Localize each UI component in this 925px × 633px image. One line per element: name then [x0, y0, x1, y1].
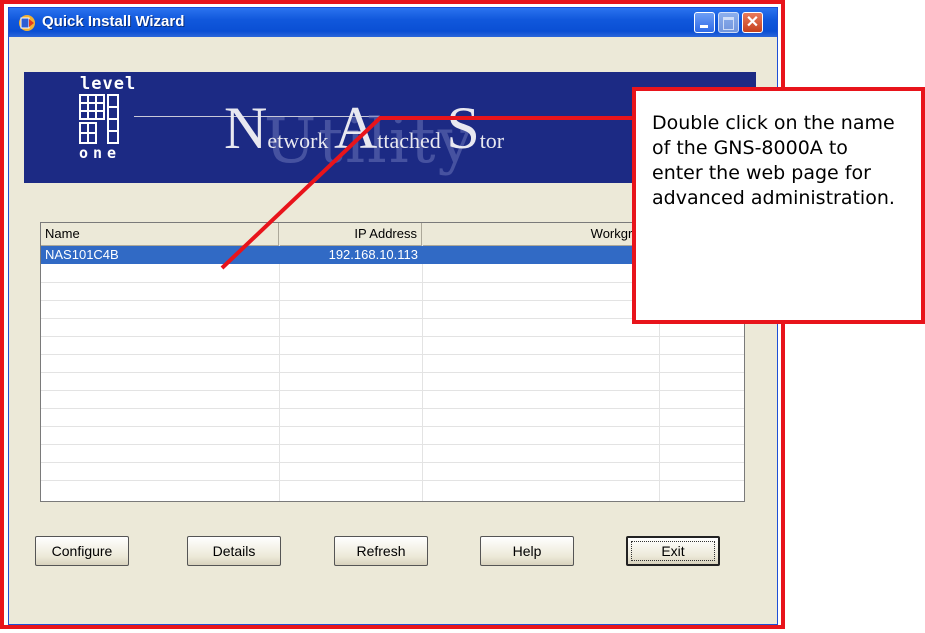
row-divider	[41, 426, 744, 427]
row-divider	[41, 480, 744, 481]
banner-title: Network Attached Stor	[224, 94, 504, 163]
close-glyph: ✕	[745, 14, 760, 31]
callout-text: Double click on the name of the GNS-8000…	[652, 112, 895, 209]
maximize-icon[interactable]	[718, 12, 739, 33]
app-icon	[19, 15, 35, 31]
logo-level-text: level	[80, 74, 137, 94]
logo-one-text: one	[79, 144, 122, 162]
exit-button[interactable]: Exit	[626, 536, 720, 566]
level-one-logo-icon	[79, 94, 119, 144]
configure-button[interactable]: Configure	[35, 536, 129, 566]
cell-name: NAS101C4B	[45, 247, 119, 262]
cell-ip-address: 192.168.10.113	[328, 247, 418, 262]
details-button[interactable]: Details	[187, 536, 281, 566]
row-divider	[41, 354, 744, 355]
row-divider	[41, 336, 744, 337]
row-divider	[41, 444, 744, 445]
title-bar[interactable]: Quick Install Wizard ✕	[9, 8, 777, 37]
banner-letter-a: A	[333, 95, 378, 161]
column-header-name[interactable]: Name	[41, 223, 279, 245]
help-button[interactable]: Help	[480, 536, 574, 566]
row-divider	[41, 372, 744, 373]
window-title: Quick Install Wizard	[42, 13, 185, 30]
close-icon[interactable]: ✕	[742, 12, 763, 33]
banner-letter-s: S	[446, 95, 480, 161]
cell-workgroup: N	[422, 246, 659, 264]
column-header-workgroup[interactable]: Workgroup	[422, 223, 659, 245]
annotation-callout: Double click on the name of the GNS-8000…	[632, 87, 925, 324]
banner-word-storage: tor	[479, 128, 505, 153]
banner-word-network: etwork	[267, 128, 329, 153]
focus-rectangle	[631, 541, 715, 561]
row-divider	[41, 408, 744, 409]
row-divider	[41, 462, 744, 463]
minimize-icon[interactable]	[694, 12, 715, 33]
banner-word-attached: ttached	[377, 128, 441, 153]
banner-letter-n: N	[224, 95, 268, 161]
column-header-ip-address[interactable]: IP Address	[279, 223, 422, 245]
refresh-button[interactable]: Refresh	[334, 536, 428, 566]
row-divider	[41, 390, 744, 391]
